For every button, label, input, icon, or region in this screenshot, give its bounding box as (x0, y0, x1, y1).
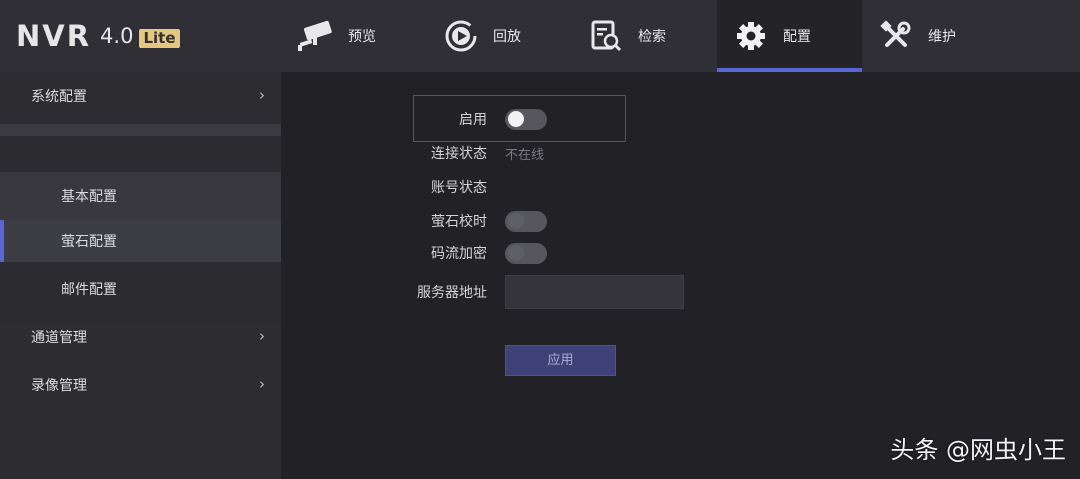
time-sync-row: 萤石校时 (281, 209, 741, 233)
toggle-knob (508, 111, 524, 127)
top-bar: NVR 4.0 Lite 预览 回放 检索 配置 维护 (0, 0, 1080, 72)
tab-config[interactable]: 配置 (717, 0, 862, 72)
account-status-row: 账号状态 (281, 175, 741, 199)
chevron-right-icon: › (259, 375, 265, 393)
chevron-right-icon: › (259, 327, 265, 345)
watermark: 头条 @网虫小王 (890, 436, 1066, 464)
server-address-input[interactable] (505, 275, 684, 309)
time-sync-toggle[interactable] (505, 210, 547, 232)
toggle-knob (508, 245, 524, 261)
stream-encrypt-toggle[interactable] (505, 242, 547, 264)
tools-icon (876, 16, 916, 56)
stream-encrypt-row: 码流加密 (281, 241, 741, 265)
logo-badge: Lite (139, 28, 180, 48)
chevron-right-icon: › (259, 86, 265, 104)
sidebar-item-label: 通道管理 (31, 330, 87, 346)
app-logo: NVR 4.0 Lite (16, 18, 180, 54)
account-status-label: 账号状态 (431, 180, 487, 196)
sidebar-item-system-config[interactable]: 系统配置 › (0, 72, 281, 120)
tab-playback[interactable]: 回放 (427, 0, 572, 72)
sidebar-item-ezviz-config[interactable]: 萤石配置 (0, 220, 281, 262)
stream-encrypt-label: 码流加密 (431, 246, 487, 262)
sidebar-item-label: 萤石配置 (61, 234, 117, 250)
sidebar-item-label: 邮件配置 (61, 282, 117, 298)
tab-search[interactable]: 检索 (572, 0, 717, 72)
playback-icon (441, 16, 481, 56)
sidebar-item-label: 系统配置 (31, 89, 87, 105)
tab-preview[interactable]: 预览 (282, 0, 427, 72)
sidebar: 系统配置 › 基本配置 萤石配置 邮件配置 通道管理 › 录像管理 › (0, 72, 281, 479)
enable-label: 启用 (459, 112, 487, 128)
tab-label: 维护 (928, 29, 956, 45)
enable-toggle[interactable] (505, 108, 547, 130)
tab-label: 预览 (348, 29, 376, 45)
camera-icon (296, 16, 336, 56)
connection-status-value: 不在线 (505, 147, 545, 163)
toggle-knob (508, 213, 524, 229)
connection-status-label: 连接状态 (431, 146, 487, 162)
sidebar-divider (0, 124, 281, 136)
connection-status-row: 连接状态 不在线 (281, 141, 741, 165)
tab-label: 回放 (493, 29, 521, 45)
logo-text: NVR (16, 19, 92, 53)
server-address-label: 服务器地址 (417, 285, 487, 301)
sidebar-item-basic-config[interactable]: 基本配置 (0, 172, 281, 220)
logo-version: 4.0 (100, 24, 134, 48)
sidebar-item-email-config[interactable]: 邮件配置 (0, 265, 281, 313)
tab-label: 配置 (783, 29, 811, 45)
apply-button[interactable]: 应用 (505, 345, 616, 376)
config-panel: 启用 连接状态 不在线 账号状态 萤石校时 码流加密 服务器地址 应用 (281, 72, 1080, 479)
sidebar-item-label: 录像管理 (31, 378, 87, 394)
time-sync-label: 萤石校时 (431, 214, 487, 230)
enable-row: 启用 (281, 107, 741, 131)
sidebar-item-label: 基本配置 (61, 189, 117, 205)
gear-icon (731, 16, 771, 56)
sidebar-item-channel-management[interactable]: 通道管理 › (0, 313, 281, 361)
tab-maintenance[interactable]: 维护 (862, 0, 1007, 72)
search-doc-icon (586, 16, 626, 56)
tab-label: 检索 (638, 29, 666, 45)
sidebar-item-recording-management[interactable]: 录像管理 › (0, 361, 281, 409)
